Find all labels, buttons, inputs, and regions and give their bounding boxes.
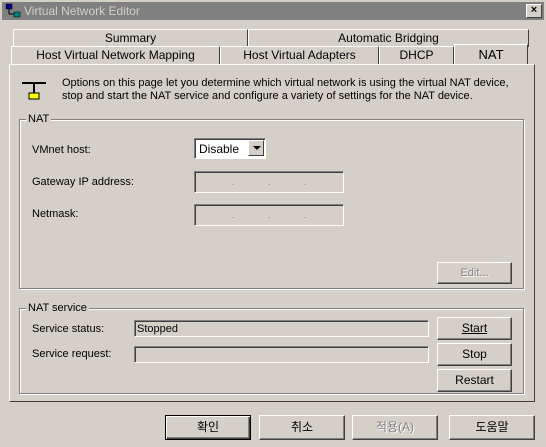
nat-service-group-title: NAT service [26, 302, 89, 314]
title-bar[interactable]: Virtual Network Editor × [2, 2, 544, 20]
nat-group-title: NAT [26, 113, 52, 125]
restart-button[interactable]: Restart [437, 369, 512, 392]
service-status-field: Stopped [134, 320, 429, 337]
gateway-ip-field: . . . [194, 171, 344, 193]
stop-button[interactable]: Stop [437, 343, 512, 366]
network-app-icon [5, 3, 21, 18]
gateway-ip-label: Gateway IP address: [32, 176, 134, 188]
tab-summary[interactable]: Summary [13, 29, 248, 47]
window-title: Virtual Network Editor [24, 4, 140, 18]
tab-nat-label: NAT [478, 47, 504, 62]
cancel-button[interactable]: 취소 [259, 415, 345, 440]
nat-service-group: NAT service Service status: Stopped Serv… [19, 302, 524, 394]
close-button[interactable]: × [526, 4, 542, 18]
cancel-button-label: 취소 [290, 420, 314, 434]
edit-button[interactable]: Edit... [437, 262, 512, 284]
tab-dhcp[interactable]: DHCP [379, 46, 454, 64]
vmnet-host-label: VMnet host: [32, 144, 91, 156]
tab-automatic-bridging-label: Automatic Bridging [338, 31, 439, 45]
start-button-label: Start [461, 321, 488, 335]
netmask-label: Netmask: [32, 208, 79, 220]
nat-info-text: Options on this page let you determine w… [62, 77, 509, 102]
close-icon: × [530, 4, 538, 16]
service-status-label: Service status: [32, 323, 105, 335]
chevron-down-icon[interactable] [248, 140, 264, 156]
netmask-field: . . . [194, 204, 344, 226]
apply-button-label: 적용(A) [375, 420, 415, 434]
service-request-field [134, 346, 429, 363]
service-request-label: Service request: [32, 348, 112, 360]
ok-button-label: 확인 [196, 420, 220, 434]
start-button[interactable]: Start [437, 317, 512, 340]
virtual-network-editor-window: Virtual Network Editor × Summary Automat… [0, 0, 546, 447]
restart-button-label: Restart [455, 373, 494, 387]
vmnet-host-select[interactable]: Disable [194, 138, 266, 159]
tab-host-virtual-network-mapping-label: Host Virtual Network Mapping [36, 48, 195, 62]
ok-button[interactable]: 확인 [165, 415, 251, 440]
tab-host-virtual-network-mapping[interactable]: Host Virtual Network Mapping [11, 46, 220, 64]
help-button-label: 도움말 [475, 420, 509, 434]
tab-nat[interactable]: NAT [454, 44, 528, 64]
tab-host-virtual-adapters-label: Host Virtual Adapters [243, 48, 356, 62]
nat-device-icon [22, 82, 46, 100]
nat-group: NAT VMnet host: Disable Gateway IP addre… [19, 113, 524, 289]
vmnet-host-value: Disable [199, 142, 240, 156]
edit-button-label: Edit... [460, 267, 489, 279]
help-button[interactable]: 도움말 [449, 415, 535, 440]
nat-tab-page: Options on this page let you determine w… [9, 64, 535, 402]
tab-host-virtual-adapters[interactable]: Host Virtual Adapters [220, 46, 379, 64]
tab-dhcp-label: DHCP [399, 48, 434, 62]
service-status-value: Stopped [137, 323, 178, 335]
tab-summary-label: Summary [104, 31, 157, 45]
stop-button-label: Stop [462, 347, 487, 361]
apply-button[interactable]: 적용(A) [352, 415, 438, 440]
